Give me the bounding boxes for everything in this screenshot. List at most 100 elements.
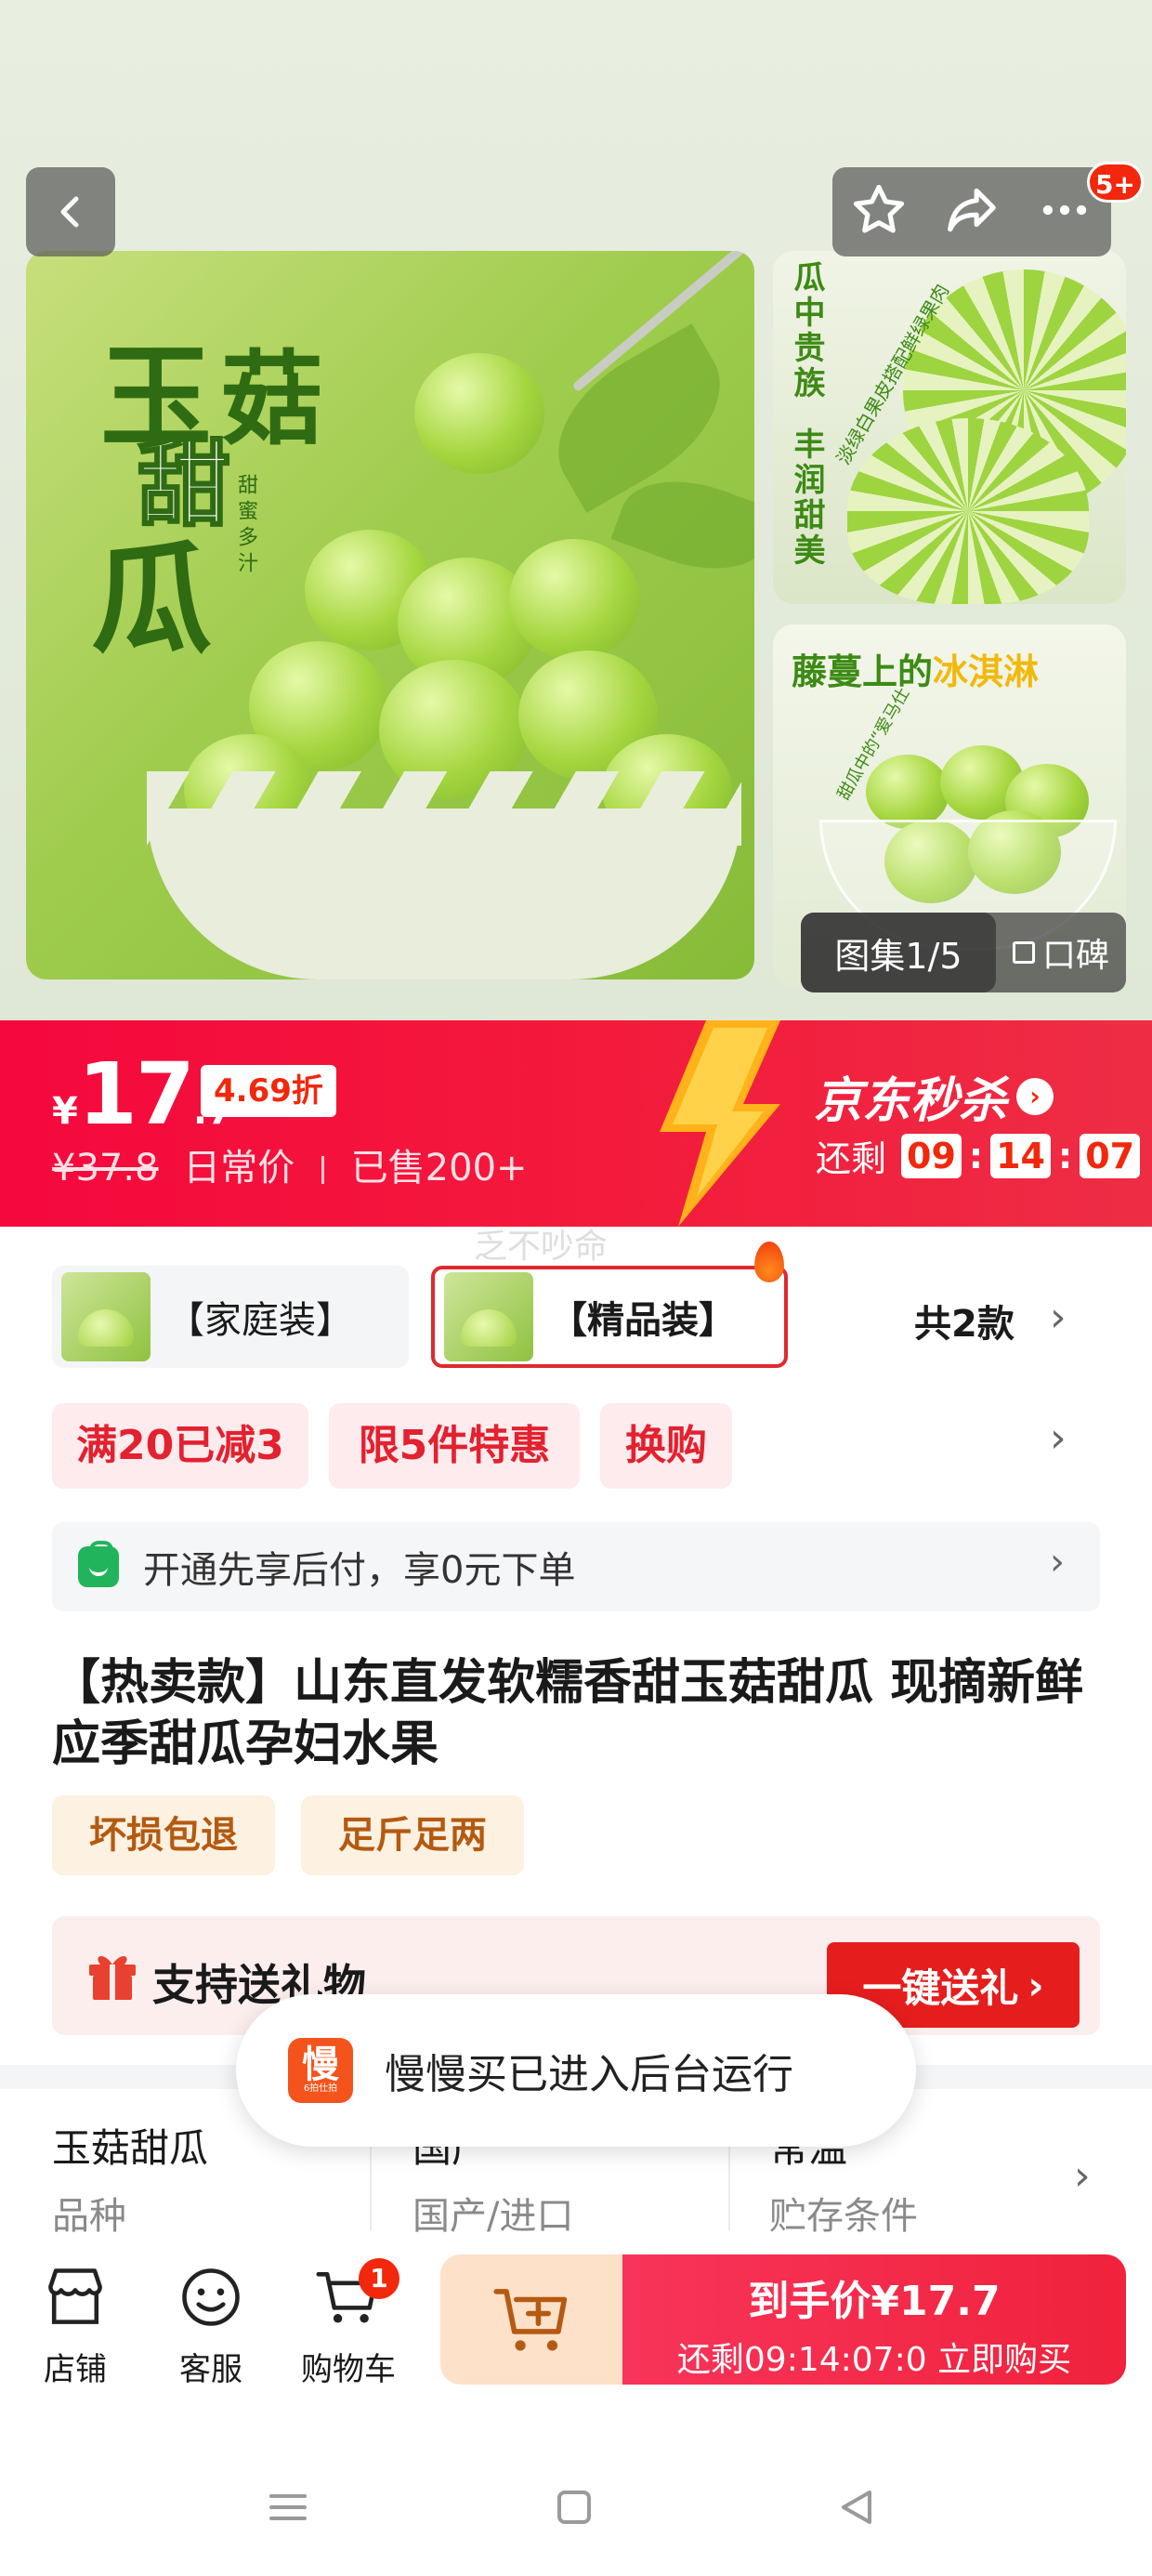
original-price-row: ¥37.8 日常价 已售200+ bbox=[52, 1137, 528, 1191]
melon-ball bbox=[866, 755, 949, 829]
cart-count-badge: 1 bbox=[359, 2258, 399, 2299]
message-badge: 5+ bbox=[1087, 162, 1144, 203]
shopping-bag-icon bbox=[78, 1541, 119, 1587]
variant-thumbnail bbox=[444, 1272, 533, 1361]
pay-later-row[interactable]: 开通先享后付，享0元下单 bbox=[52, 1522, 1100, 1611]
favorite-button[interactable] bbox=[850, 181, 908, 243]
service-tag: 足斤足两 bbox=[301, 1795, 524, 1875]
cart-label: 购物车 bbox=[301, 2351, 396, 2388]
variant-label: 【家庭装】 bbox=[167, 1299, 353, 1342]
square-icon bbox=[1012, 941, 1035, 964]
countdown-label: 还剩 bbox=[816, 1138, 887, 1179]
promo-tag[interactable]: 满20已减3 bbox=[52, 1403, 308, 1489]
melon-rind bbox=[147, 771, 741, 979]
product-gallery[interactable]: 玉 菇 甜 瓜 甜蜜多汁 瓜中贵族 丰润甜美 淡绿白果皮搭配鲜绿果肉 藤蔓上的冰… bbox=[0, 0, 1152, 1020]
price-banner: ¥17.7 4.69折 ¥37.8 日常价 已售200+ 京东秒杀 › 还剩 0… bbox=[0, 1020, 1152, 1227]
gift-icon bbox=[89, 1955, 136, 2000]
variant-label: 【精品装】 bbox=[550, 1299, 736, 1342]
pay-later-text: 开通先享后付，享0元下单 bbox=[143, 1549, 576, 1592]
home-square-icon[interactable] bbox=[552, 2485, 596, 2530]
menu-icon[interactable] bbox=[266, 2485, 310, 2530]
customer-service-button[interactable]: 客服 bbox=[151, 2258, 271, 2389]
back-button[interactable] bbox=[26, 167, 115, 256]
colon: : bbox=[1058, 1135, 1073, 1176]
attribute-key: 品种 bbox=[52, 2195, 126, 2238]
system-navigation-bar bbox=[0, 2407, 1152, 2576]
hot-flame-icon bbox=[754, 1242, 784, 1282]
store-icon bbox=[48, 2268, 102, 2324]
attribute-value: 玉菇甜瓜 bbox=[52, 2125, 209, 2171]
currency-symbol: ¥ bbox=[52, 1090, 78, 1133]
side-vertical-text: 瓜中贵族 bbox=[788, 260, 825, 401]
toast-message: 慢慢买已进入后台运行 bbox=[385, 2051, 793, 2098]
buy-countdown-label: 还剩09:14:07:0 立即购买 bbox=[676, 2341, 1072, 2379]
seckill-link[interactable]: 京东秒杀 › bbox=[814, 1061, 1054, 1131]
logo-char: 慢 bbox=[302, 2044, 339, 2086]
side-product-image-1[interactable]: 瓜中贵族 丰润甜美 淡绿白果皮搭配鲜绿果肉 bbox=[773, 251, 1126, 604]
star-icon bbox=[853, 184, 905, 233]
reviews-label: 口碑 bbox=[1041, 937, 1109, 975]
discount-tag: 4.69折 bbox=[201, 1065, 336, 1117]
divider bbox=[321, 1156, 324, 1184]
add-cart-icon bbox=[493, 2289, 568, 2351]
melon-ball bbox=[414, 353, 544, 474]
promo-tag[interactable]: 限5件特惠 bbox=[329, 1403, 580, 1489]
background-toast: 慢 6拍仕拍 慢慢买已进入后台运行 bbox=[236, 1994, 916, 2147]
original-price-label: 日常价 bbox=[183, 1147, 295, 1189]
promo-tag[interactable]: 换购 bbox=[600, 1403, 732, 1489]
reviews-button[interactable]: 口碑 bbox=[996, 928, 1126, 977]
more-dots-icon bbox=[1042, 204, 1087, 216]
chevron-right-icon[interactable]: › bbox=[1074, 2152, 1091, 2200]
melon-ball bbox=[509, 539, 639, 660]
back-triangle-icon[interactable] bbox=[834, 2485, 879, 2530]
gallery-pill: 图集1/5 口碑 bbox=[801, 913, 1126, 992]
variant-premium-pack[interactable]: 【精品装】 bbox=[431, 1266, 788, 1368]
variant-count-link[interactable]: 共2款 bbox=[914, 1294, 1015, 1347]
shop-label: 店铺 bbox=[44, 2351, 107, 2388]
countdown-seconds: 07 bbox=[1080, 1133, 1141, 1178]
logo-subtext: 6拍仕拍 bbox=[303, 2083, 338, 2094]
add-to-cart-button[interactable] bbox=[440, 2254, 624, 2385]
variant-thumbnail bbox=[61, 1272, 151, 1361]
buy-now-button[interactable]: 到手价¥17.7 还剩09:14:07:0 立即购买 bbox=[622, 2254, 1126, 2385]
attribute-key: 国产/进口 bbox=[412, 2195, 574, 2238]
chevron-right-icon[interactable]: › bbox=[1050, 1294, 1067, 1341]
send-gift-label: 一键送礼 bbox=[862, 1965, 1019, 2011]
buy-price-label: 到手价¥17.7 bbox=[748, 2278, 1001, 2325]
image-subtitle: 甜蜜多汁 bbox=[234, 474, 257, 578]
service-label: 客服 bbox=[179, 2351, 242, 2388]
countdown-hours: 09 bbox=[901, 1133, 962, 1178]
side-vertical-text: 丰润甜美 bbox=[788, 427, 825, 569]
chevron-left-icon bbox=[60, 196, 79, 228]
image-title-char: 菇 bbox=[221, 339, 323, 459]
chevron-right-icon: › bbox=[1028, 1962, 1044, 2008]
gallery-counter-button[interactable]: 图集1/5 bbox=[801, 913, 996, 992]
chevron-right-icon: › bbox=[1016, 1077, 1054, 1115]
sold-count: 已售200+ bbox=[350, 1147, 528, 1189]
share-button[interactable] bbox=[943, 181, 1001, 243]
smiley-chat-icon bbox=[182, 2268, 240, 2326]
product-title: 【热卖款】山东直发软糯香甜玉菇甜瓜 现摘新鲜应季甜瓜孕妇水果 bbox=[52, 1655, 1084, 1772]
side-heading-b: 冰淇淋 bbox=[933, 651, 1040, 692]
countdown-minutes: 14 bbox=[990, 1133, 1051, 1178]
share-icon bbox=[948, 188, 996, 232]
watermark: 乏不吵命 bbox=[474, 1228, 609, 1266]
service-tag: 坏损包退 bbox=[52, 1795, 275, 1875]
lightning-icon bbox=[660, 1020, 780, 1227]
colon: : bbox=[968, 1135, 984, 1176]
price-integer: 17 bbox=[77, 1045, 195, 1144]
countdown: 还剩 09 : 14 : 07 bbox=[816, 1130, 1141, 1181]
image-title-char: 瓜 bbox=[91, 528, 213, 670]
top-action-group bbox=[832, 167, 1111, 256]
chevron-right-icon[interactable]: › bbox=[1050, 1414, 1067, 1462]
main-product-image[interactable]: 玉 菇 甜 瓜 甜蜜多汁 bbox=[26, 251, 754, 979]
seckill-label: 京东秒杀 bbox=[814, 1073, 1008, 1129]
leaf-decoration bbox=[530, 323, 748, 513]
attribute-key: 贮存条件 bbox=[769, 2195, 918, 2238]
shop-button[interactable]: 店铺 bbox=[15, 2258, 136, 2389]
app-logo: 慢 6拍仕拍 bbox=[288, 2038, 353, 2103]
cut-melon-decoration bbox=[847, 418, 1089, 604]
original-price: ¥37.8 bbox=[52, 1147, 159, 1189]
variant-family-pack[interactable]: 【家庭装】 bbox=[52, 1266, 409, 1368]
more-button[interactable] bbox=[1036, 181, 1093, 243]
